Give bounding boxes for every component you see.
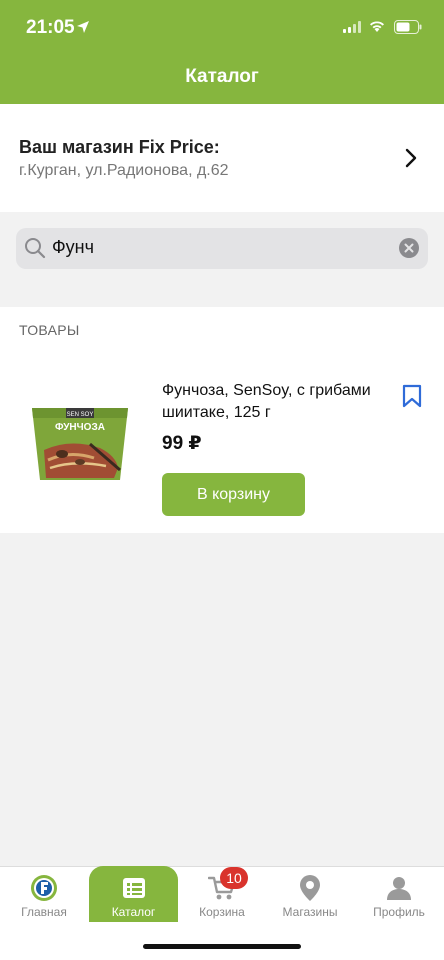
product-image[interactable]: SEN SOY ФУНЧОЗА bbox=[30, 404, 130, 484]
tab-home[interactable]: Главная bbox=[1, 866, 87, 922]
store-title: Ваш магазин Fix Price: bbox=[19, 137, 220, 157]
tab-label-profile: Профиль bbox=[373, 905, 425, 919]
page-title: Каталог bbox=[185, 66, 259, 87]
tab-stores[interactable]: Магазины bbox=[267, 866, 353, 922]
signal-icon bbox=[343, 21, 361, 33]
package-name: ФУНЧОЗА bbox=[55, 422, 105, 433]
profile-icon bbox=[387, 877, 411, 900]
bookmark-icon[interactable] bbox=[402, 384, 422, 408]
tab-label-cart: Корзина bbox=[199, 905, 245, 919]
tab-profile[interactable]: Профиль bbox=[356, 866, 442, 922]
map-pin-icon bbox=[300, 875, 320, 901]
store-address: г.Курган, ул.Радионова, д.62 bbox=[19, 162, 229, 179]
battery-icon bbox=[394, 20, 422, 34]
product-price: 99 ₽ bbox=[162, 433, 202, 454]
home-indicator bbox=[143, 944, 301, 949]
clear-icon[interactable] bbox=[399, 238, 419, 258]
product-name[interactable]: Фунчоза, SenSoy, с грибами шиитаке, 125 … bbox=[162, 380, 382, 424]
add-to-cart-button[interactable]: В корзину bbox=[162, 473, 305, 516]
tab-label-home: Главная bbox=[21, 905, 67, 919]
chevron-right-icon[interactable] bbox=[404, 148, 418, 168]
tab-catalog[interactable]: Каталог bbox=[89, 866, 178, 922]
package-brand: SEN SOY bbox=[67, 412, 94, 418]
tab-label-catalog: Каталог bbox=[111, 905, 156, 919]
tab-label-stores: Магазины bbox=[282, 905, 338, 919]
fixprice-logo-icon bbox=[31, 875, 57, 901]
catalog-icon bbox=[122, 878, 145, 898]
status-bar: 21:05 bbox=[0, 0, 444, 56]
location-arrow-icon bbox=[77, 21, 89, 33]
cart-count-badge: 10 bbox=[220, 867, 248, 889]
store-selector[interactable] bbox=[0, 104, 444, 212]
search-query[interactable]: Фунч bbox=[52, 237, 94, 258]
section-label: ТОВАРЫ bbox=[19, 322, 80, 338]
search-icon bbox=[25, 238, 46, 259]
wifi-icon bbox=[370, 21, 384, 32]
status-time: 21:05 bbox=[26, 17, 75, 38]
